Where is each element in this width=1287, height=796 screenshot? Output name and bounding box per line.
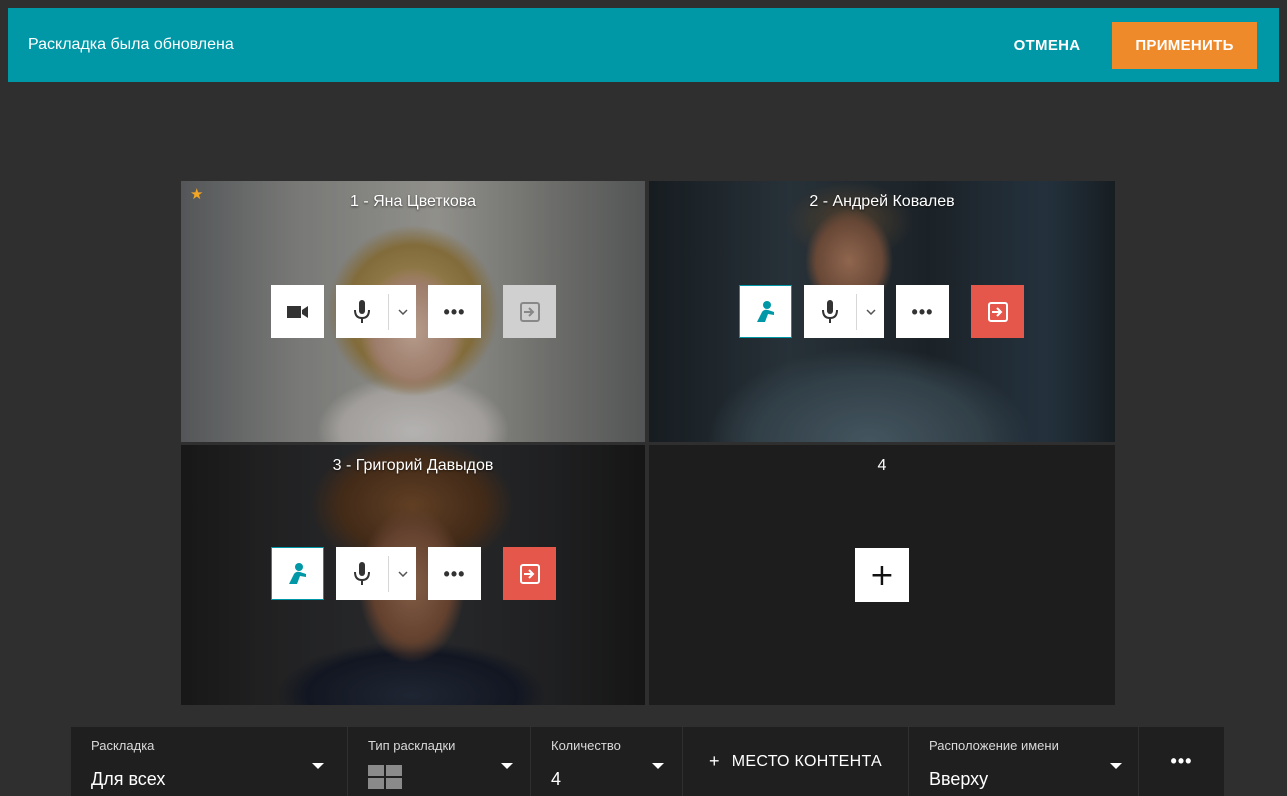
name-position-select[interactable]: Расположение имени Вверху xyxy=(909,727,1139,796)
more-icon: ••• xyxy=(1170,751,1193,771)
notification-message: Раскладка была обновлена xyxy=(28,36,234,53)
slot-number: 4 xyxy=(877,457,887,474)
microphone-button[interactable] xyxy=(804,285,856,338)
exit-icon xyxy=(987,301,1008,322)
empty-slot-tile: 4 + xyxy=(649,445,1115,705)
more-icon: ••• xyxy=(443,563,466,584)
content-place-label: МЕСТО КОНТЕНТА xyxy=(731,752,883,770)
microphone-icon xyxy=(354,299,370,323)
more-icon: ••• xyxy=(911,301,934,322)
presenter-button[interactable] xyxy=(271,547,324,600)
exit-icon xyxy=(519,301,540,322)
participant-tile-2[interactable]: 2 - Андрей Ковалев ••• xyxy=(649,181,1115,442)
name-position-value: Вверху xyxy=(929,769,989,789)
more-icon: ••• xyxy=(443,301,466,322)
layout-label: Раскладка xyxy=(91,738,155,753)
apply-button[interactable]: ПРИМЕНИТЬ xyxy=(1112,22,1257,69)
exit-icon xyxy=(519,563,540,584)
participant-tile-3[interactable]: 3 - Григорий Давыдов ••• xyxy=(181,445,645,705)
content-place-button[interactable]: + МЕСТО КОНТЕНТА xyxy=(683,727,909,796)
more-button[interactable]: ••• xyxy=(896,285,949,338)
chevron-down-icon xyxy=(397,570,408,577)
microphone-dropdown[interactable] xyxy=(389,547,416,600)
layout-toolbar: Раскладка Для всех Тип раскладки Количес… xyxy=(71,727,1224,796)
count-value: 4 xyxy=(551,769,562,789)
caret-down-icon xyxy=(1110,763,1122,769)
plus-icon: + xyxy=(869,557,895,593)
microphone-icon xyxy=(354,561,370,585)
toolbar-more-button[interactable]: ••• xyxy=(1139,727,1224,796)
microphone-control xyxy=(336,285,416,338)
caret-down-icon xyxy=(501,763,513,769)
layout-type-select[interactable]: Тип раскладки xyxy=(348,727,531,796)
participant-name: 3 - Григорий Давыдов xyxy=(332,457,494,474)
microphone-control xyxy=(336,547,416,600)
participant-name: 2 - Андрей Ковалев xyxy=(809,193,955,210)
microphone-control xyxy=(804,285,884,338)
presenter-button[interactable] xyxy=(739,285,792,338)
more-button[interactable]: ••• xyxy=(428,285,481,338)
chevron-down-icon xyxy=(397,308,408,315)
name-position-label: Расположение имени xyxy=(929,738,1059,753)
remove-button[interactable] xyxy=(971,285,1024,338)
presenter-icon xyxy=(756,300,774,322)
plus-icon: + xyxy=(708,751,720,771)
grid-2x2-icon xyxy=(368,765,402,789)
count-label: Количество xyxy=(551,738,621,753)
caret-down-icon xyxy=(652,763,664,769)
camera-icon xyxy=(286,305,308,318)
presenter-icon xyxy=(288,562,306,584)
microphone-icon xyxy=(822,299,838,323)
participant-tile-1[interactable]: ★ 1 - Яна Цветкова ••• xyxy=(181,181,645,442)
notification-bar: Раскладка была обновлена ОТМЕНА ПРИМЕНИТ… xyxy=(8,8,1279,82)
microphone-dropdown[interactable] xyxy=(857,285,884,338)
microphone-dropdown[interactable] xyxy=(389,285,416,338)
layout-type-label: Тип раскладки xyxy=(368,738,456,753)
remove-button[interactable] xyxy=(503,547,556,600)
chevron-down-icon xyxy=(865,308,876,315)
microphone-button[interactable] xyxy=(336,547,388,600)
participant-name: 1 - Яна Цветкова xyxy=(350,193,476,210)
camera-button[interactable] xyxy=(271,285,324,338)
layout-select[interactable]: Раскладка Для всех xyxy=(71,727,348,796)
remove-button[interactable] xyxy=(503,285,556,338)
layout-value: Для всех xyxy=(91,769,166,789)
microphone-button[interactable] xyxy=(336,285,388,338)
more-button[interactable]: ••• xyxy=(428,547,481,600)
count-select[interactable]: Количество 4 xyxy=(531,727,683,796)
caret-down-icon xyxy=(312,763,324,769)
cancel-button[interactable]: ОТМЕНА xyxy=(992,30,1102,60)
add-participant-button[interactable]: + xyxy=(855,548,909,602)
